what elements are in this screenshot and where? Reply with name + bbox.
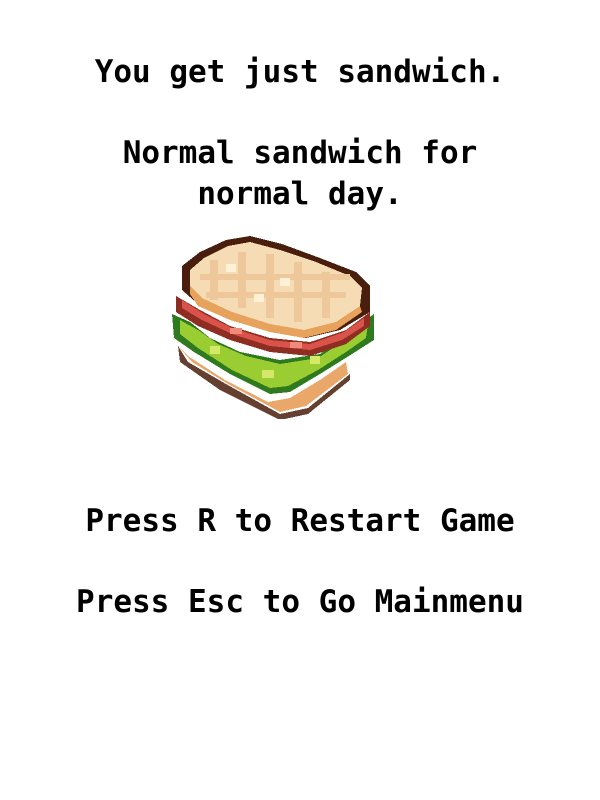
main-menu-hint: Press Esc to Go Mainmenu bbox=[76, 584, 524, 620]
pixel-sandwich-icon bbox=[172, 236, 374, 419]
flavor-text-line-2: normal day. bbox=[197, 176, 403, 212]
restart-hint: Press R to Restart Game bbox=[85, 503, 515, 539]
result-message: You get just sandwich. bbox=[94, 54, 506, 90]
flavor-text-line-1: Normal sandwich for bbox=[122, 135, 478, 171]
